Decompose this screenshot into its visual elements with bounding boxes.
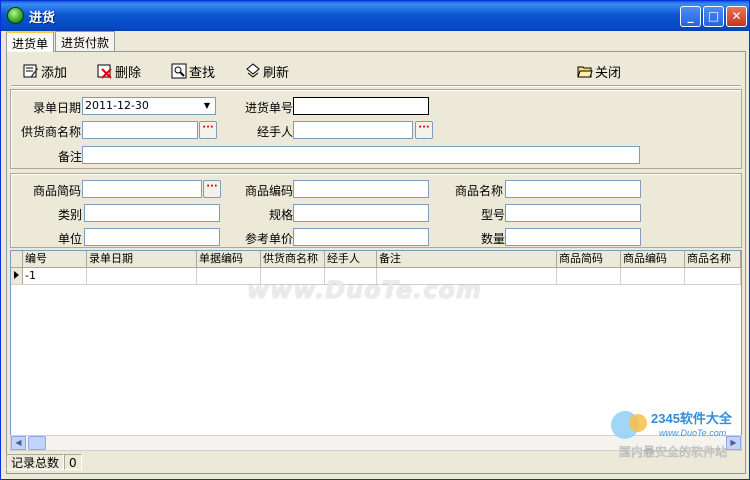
column-header[interactable]: 备注 (377, 251, 557, 267)
table-cell[interactable] (621, 268, 685, 284)
table-cell[interactable] (87, 268, 197, 284)
add-button[interactable]: 添加 (23, 61, 67, 81)
record-count-value: 0 (64, 454, 82, 470)
qty-label: 数量 (481, 232, 506, 246)
product-browse-button[interactable]: ··· (203, 180, 221, 198)
window: 进货 _ □ ✕ 进货单 进货付款 添加 删除 查找 刷新 关闭 录单日期 20… (0, 0, 750, 480)
grid-corner (11, 251, 23, 267)
logo-slogan: 国内最安全的软件站 (619, 444, 727, 459)
remark-label: 备注 (58, 150, 83, 164)
edit-icon (23, 63, 39, 79)
purchase-no-input[interactable] (293, 97, 429, 115)
find-label: 查找 (189, 65, 216, 81)
entry-date-label: 录单日期 (33, 101, 82, 115)
column-header[interactable]: 单据编码 (197, 251, 261, 267)
supplier-label: 供货商名称 (21, 125, 82, 139)
entry-date-value: 2011-12-30 (85, 99, 149, 112)
table-cell[interactable] (685, 268, 741, 284)
scroll-thumb[interactable] (28, 436, 46, 450)
table-cell[interactable] (557, 268, 621, 284)
qty-input[interactable] (505, 228, 641, 246)
purchase-no-label: 进货单号 (245, 101, 294, 115)
column-header[interactable]: 商品名称 (685, 251, 741, 267)
folder-icon (577, 63, 593, 79)
ref-price-label: 参考单价 (245, 232, 294, 246)
product-code-short-label: 商品简码 (33, 184, 82, 198)
record-count-label: 记录总数 (6, 454, 65, 470)
unit-label: 单位 (58, 232, 83, 246)
scroll-left-icon[interactable]: ◀ (11, 436, 26, 450)
spec-label: 规格 (269, 208, 294, 222)
refresh-button[interactable]: 刷新 (245, 61, 289, 81)
close-window-button[interactable]: ✕ (726, 6, 747, 27)
delete-icon (97, 63, 113, 79)
handler-label: 经手人 (257, 125, 294, 139)
status-bar: 记录总数 0 (6, 453, 82, 471)
tab-purchase-payment[interactable]: 进货付款 (55, 31, 116, 51)
maximize-button[interactable]: □ (703, 6, 724, 27)
grid-header: 编号 录单日期 单据编码 供货商名称 经手人 备注 商品简码 商品编码 商品名称 (11, 251, 741, 268)
add-label: 添加 (41, 65, 68, 81)
table-cell[interactable]: -1 (23, 268, 87, 284)
column-header[interactable]: 经手人 (325, 251, 377, 267)
chevron-down-icon[interactable]: ▼ (200, 99, 214, 113)
product-code-input[interactable] (293, 180, 429, 198)
find-icon (171, 63, 187, 79)
column-header[interactable]: 供货商名称 (261, 251, 325, 267)
column-header[interactable]: 商品编码 (621, 251, 685, 267)
product-code-label: 商品编码 (245, 184, 294, 198)
site-logo: 2345软件大全 www.DuoTe.com 国内最安全的软件站 (605, 403, 745, 461)
category-label: 类别 (58, 208, 83, 222)
product-group: 商品简码 ··· 商品编码 商品名称 类别 规格 型号 单位 参考单价 数量 (10, 173, 742, 248)
entry-date-combo[interactable]: 2011-12-30 ▼ (82, 97, 216, 115)
supplier-browse-button[interactable]: ··· (199, 121, 217, 139)
close-label: 关闭 (595, 65, 622, 81)
column-header[interactable]: 编号 (23, 251, 87, 267)
category-input[interactable] (84, 204, 220, 222)
product-name-label: 商品名称 (455, 184, 504, 198)
refresh-label: 刷新 (263, 65, 290, 81)
tab-purchase-order[interactable]: 进货单 (6, 31, 55, 52)
find-button[interactable]: 查找 (171, 61, 215, 81)
order-header-group: 录单日期 2011-12-30 ▼ 进货单号 供货商名称 ··· 经手人 ···… (10, 89, 742, 169)
model-input[interactable] (505, 204, 641, 222)
product-code-short-input[interactable] (82, 180, 202, 198)
delete-button[interactable]: 删除 (97, 61, 141, 81)
handler-browse-button[interactable]: ··· (415, 121, 433, 139)
watermark-text: www.DuoTe.com (247, 276, 482, 304)
column-header[interactable]: 录单日期 (87, 251, 197, 267)
model-label: 型号 (481, 208, 506, 222)
delete-label: 删除 (115, 65, 142, 81)
logo-url: www.DuoTe.com (659, 428, 727, 438)
minimize-button[interactable]: _ (680, 6, 701, 27)
product-name-input[interactable] (505, 180, 641, 198)
app-icon (7, 7, 24, 24)
column-header[interactable]: 商品简码 (557, 251, 621, 267)
remark-input[interactable] (82, 146, 640, 164)
title-bar[interactable]: 进货 _ □ ✕ (1, 1, 749, 31)
toolbar-separator (11, 85, 741, 87)
handler-input[interactable] (293, 121, 413, 139)
refresh-icon (245, 63, 261, 79)
close-button[interactable]: 关闭 (577, 61, 621, 81)
ref-price-input[interactable] (293, 228, 429, 246)
spec-input[interactable] (293, 204, 429, 222)
supplier-input[interactable] (82, 121, 198, 139)
window-title: 进货 (29, 11, 56, 26)
logo-brand: 2345软件大全 (651, 411, 733, 426)
unit-input[interactable] (84, 228, 220, 246)
